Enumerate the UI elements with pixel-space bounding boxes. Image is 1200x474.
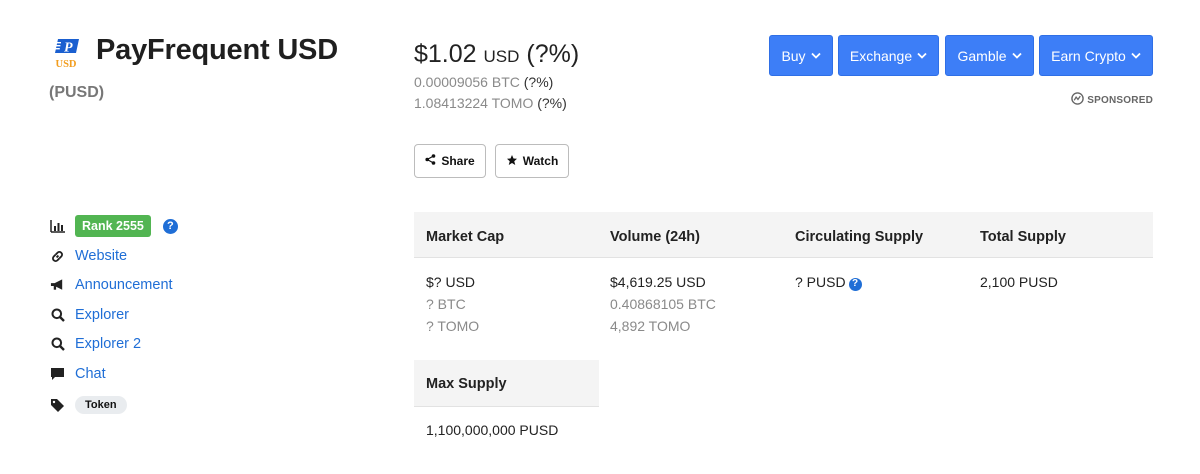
price-usd-unit: USD: [483, 47, 520, 66]
sponsor-logo-icon: [1071, 92, 1085, 108]
share-label: Share: [441, 154, 475, 168]
website-label: Website: [75, 248, 128, 264]
explorer-2-label: Explorer 2: [75, 336, 142, 352]
max-supply-header: Max Supply: [426, 376, 507, 392]
watch-label: Watch: [522, 154, 559, 168]
bar-chart-icon: [50, 219, 65, 234]
sidebar-tags: Token: [50, 396, 127, 414]
price-usd-value: $1.02: [414, 40, 477, 68]
share-button[interactable]: Share: [414, 144, 486, 178]
market-cap-btc: ? BTC: [426, 296, 466, 312]
sponsored-label[interactable]: SPONSORED: [1071, 92, 1153, 108]
volume-usd: $4,619.25 USD: [610, 274, 706, 290]
rank-badge: Rank 2555: [75, 215, 151, 237]
price-tomo-value: 1.08413224 TOMO: [414, 95, 534, 111]
chat-label: Chat: [75, 366, 106, 382]
volume-header: Volume (24h): [610, 229, 700, 245]
svg-text:USD: USD: [55, 59, 76, 70]
sidebar-link-explorer-2[interactable]: Explorer 2: [50, 336, 141, 352]
megaphone-icon: [50, 278, 65, 293]
tag-icon: [50, 398, 65, 413]
sponsored-text: SPONSORED: [1087, 94, 1153, 106]
watch-button[interactable]: Watch: [495, 144, 569, 178]
help-icon[interactable]: ?: [162, 218, 178, 234]
chevron-down-icon: [1131, 52, 1141, 59]
price-usd: $1.02 USD (?%): [414, 40, 579, 69]
buy-dropdown-button[interactable]: Buy: [769, 35, 833, 76]
circulating-supply-header: Circulating Supply: [795, 229, 924, 245]
gamble-dropdown-button[interactable]: Gamble: [945, 35, 1034, 76]
volume-tomo: 4,892 TOMO: [610, 318, 691, 334]
price-tomo-change: (?%): [537, 95, 567, 111]
market-cap-usd: $? USD: [426, 274, 476, 290]
price-block: $1.02 USD (?%) 0.00009056 BTC (?%) 1.084…: [414, 40, 579, 114]
sidebar-link-explorer[interactable]: Explorer: [50, 307, 129, 323]
circulating-supply-text: ? PUSD: [795, 274, 846, 290]
star-icon: [506, 154, 518, 169]
max-supply-value: 1,100,000,000 PUSD: [426, 422, 559, 438]
price-btc-change: (?%): [523, 74, 554, 90]
exchange-dropdown-button[interactable]: Exchange: [838, 35, 939, 76]
coin-title: PayFrequent USD: [96, 34, 338, 66]
sidebar-link-chat[interactable]: Chat: [50, 366, 106, 382]
total-supply-value: 2,100 PUSD: [980, 274, 1058, 290]
total-supply-header: Total Supply: [980, 229, 1066, 245]
price-tomo: 1.08413224 TOMO (?%): [414, 93, 579, 114]
chevron-down-icon: [1011, 52, 1022, 59]
explorer-label: Explorer: [75, 307, 129, 323]
rank-row: Rank 2555 ?: [50, 215, 178, 237]
search-icon: [50, 308, 65, 323]
price-btc: 0.00009056 BTC (?%): [414, 72, 579, 93]
market-cap-header: Market Cap: [426, 229, 505, 245]
chat-icon: [50, 367, 65, 382]
market-cap-tomo: ? TOMO: [426, 318, 480, 334]
volume-btc: 0.40868105 BTC: [610, 296, 716, 312]
circulating-supply-value: ? PUSD?: [795, 271, 862, 293]
search-icon: [50, 337, 65, 352]
chevron-down-icon: [917, 52, 927, 59]
gamble-label: Gamble: [957, 47, 1007, 64]
price-btc-value: 0.00009056 BTC: [414, 74, 520, 90]
coin-logo: P USD: [52, 38, 80, 70]
help-icon[interactable]: ?: [848, 277, 862, 291]
price-usd-change: (?%): [526, 40, 580, 68]
exchange-label: Exchange: [849, 47, 913, 64]
buy-label: Buy: [781, 47, 806, 64]
share-icon: [425, 154, 436, 168]
coin-symbol: (PUSD): [49, 84, 105, 101]
sidebar-link-website[interactable]: Website: [50, 248, 127, 264]
earn-crypto-label: Earn Crypto: [1051, 47, 1126, 64]
sidebar-link-announcement[interactable]: Announcement: [50, 277, 173, 293]
token-tag[interactable]: Token: [75, 396, 127, 414]
link-icon: [50, 249, 65, 264]
earn-crypto-dropdown-button[interactable]: Earn Crypto: [1039, 35, 1153, 76]
chevron-down-icon: [810, 52, 821, 59]
announcement-label: Announcement: [75, 277, 173, 293]
svg-text:P: P: [64, 41, 73, 56]
